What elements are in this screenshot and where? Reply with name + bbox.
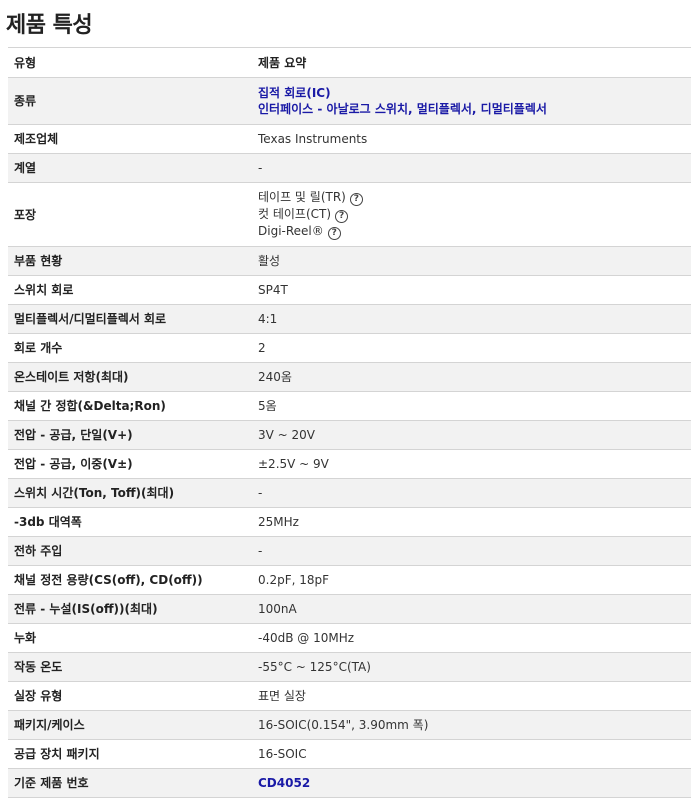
table-row-channel-capacitance: 채널 정전 용량(CS(off), CD(off)) 0.2pF, 18pF [8,565,691,595]
row-label: 멀티플렉서/디멀티플렉서 회로 [14,312,167,326]
row-value: 4:1 [258,312,278,326]
table-row-bandwidth: -3db 대역폭 25MHz [8,507,691,537]
row-value: 240옴 [258,370,292,384]
row-value: CD4052 [252,769,691,798]
row-value: 16-SOIC [258,747,307,761]
table-row-charge-injection: 전하 주입 - [8,536,691,566]
packaging-option: 컷 테이프(CT)? [258,206,691,223]
row-value: 2 [258,341,266,355]
row-label: 전압 - 공급, 이중(V±) [14,457,133,471]
table-row-leakage-current: 전류 - 누설(IS(off))(최대) 100nA [8,594,691,624]
table-row-voltage-dual: 전압 - 공급, 이중(V±) ±2.5V ~ 9V [8,449,691,479]
row-label: -3db 대역폭 [14,515,82,529]
table-row-base-part-number: 기준 제품 번호 CD4052 [8,768,691,798]
table-row-operating-temp: 작동 온도 -55°C ~ 125°C(TA) [8,652,691,682]
table-header-row: 유형 제품 요약 [8,47,691,78]
table-row-supplier-package: 공급 장치 패키지 16-SOIC [8,739,691,769]
row-label: 계열 [14,161,37,175]
table-row-part-status: 부품 현황 활성 [8,246,691,276]
table-row-packaging: 포장 테이프 및 릴(TR)? 컷 테이프(CT)? Digi-Reel®? [8,182,691,247]
row-value: Texas Instruments [258,132,368,146]
row-label: 실장 유형 [14,689,63,703]
row-label: 전압 - 공급, 단일(V+) [14,428,133,442]
row-label: 전류 - 누설(IS(off))(최대) [14,602,158,616]
table-row-crosstalk: 누화 -40dB @ 10MHz [8,623,691,653]
row-label: 채널 정전 용량(CS(off), CD(off)) [14,573,203,587]
table-row-voltage-single: 전압 - 공급, 단일(V+) 3V ~ 20V [8,420,691,450]
row-value: SP4T [258,283,288,297]
row-value: 표면 실장 [258,689,306,703]
row-value: - [258,544,263,558]
row-value: 0.2pF, 18pF [258,573,330,587]
row-label: 종류 [14,94,37,108]
row-value: - [258,161,263,175]
row-label: 부품 현황 [14,254,63,268]
table-row-on-resistance: 온스테이트 저항(최대) 240옴 [8,362,691,392]
table-row-category: 종류 집적 회로(IC) 인터페이스 - 아날로그 스위치, 멀티플렉서, 디멀… [8,77,691,125]
question-circle-icon[interactable]: ? [349,193,363,206]
table-row-mux-circuit: 멀티플렉서/디멀티플렉서 회로 4:1 [8,304,691,334]
table-row-package-case: 패키지/케이스 16-SOIC(0.154", 3.90mm 폭) [8,710,691,740]
base-part-number-link[interactable]: CD4052 [258,776,310,790]
row-value: ±2.5V ~ 9V [258,457,329,471]
row-label: 공급 장치 패키지 [14,747,100,761]
row-label: 전하 주입 [14,544,63,558]
row-value: 집적 회로(IC) 인터페이스 - 아날로그 스위치, 멀티플렉서, 디멀티플렉… [252,78,691,125]
row-label: 패키지/케이스 [14,718,85,732]
row-label: 스위치 회로 [14,283,74,297]
table-row-switch-circuit: 스위치 회로 SP4T [8,275,691,305]
row-value: 16-SOIC(0.154", 3.90mm 폭) [258,718,429,732]
table-row-manufacturer: 제조업체 Texas Instruments [8,124,691,154]
packaging-option-label: 컷 테이프(CT) [258,207,332,221]
packaging-option-label: 테이프 및 릴(TR) [258,190,346,204]
type-header: 유형 [14,55,37,70]
table-row-circuit-count: 회로 개수 2 [8,333,691,363]
page-title: 제품 특성 [6,13,93,38]
question-circle-icon[interactable]: ? [327,227,341,240]
question-circle-icon[interactable]: ? [335,210,349,223]
row-label: 온스테이트 저항(최대) [14,370,129,384]
table-row-channel-matching: 채널 간 정합(&Delta;Ron) 5옴 [8,391,691,421]
row-value: 활성 [258,254,281,268]
row-label: 스위치 시간(Ton, Toff)(최대) [14,486,175,500]
packaging-option: Digi-Reel®? [258,223,691,240]
table-row-mounting-type: 실장 유형 표면 실장 [8,681,691,711]
packaging-option: 테이프 및 릴(TR)? [258,189,691,206]
row-value: -55°C ~ 125°C(TA) [258,660,371,674]
packaging-option-label: Digi-Reel® [258,224,324,238]
row-value: 5옴 [258,399,277,413]
row-value: -40dB @ 10MHz [258,631,355,645]
row-label: 작동 온도 [14,660,63,674]
category-link-interface[interactable]: 인터페이스 - 아날로그 스위치, 멀티플렉서, 디멀티플렉서 [258,101,691,117]
summary-header: 제품 요약 [258,55,307,70]
row-value: 100nA [258,602,297,616]
row-label: 누화 [14,631,37,645]
row-value: 3V ~ 20V [258,428,316,442]
row-value: - [258,486,263,500]
table-row-series: 계열 - [8,153,691,183]
row-value: 테이프 및 릴(TR)? 컷 테이프(CT)? Digi-Reel®? [252,183,691,247]
row-label: 포장 [14,207,37,222]
row-label: 회로 개수 [14,341,63,355]
row-label: 채널 간 정합(&Delta;Ron) [14,399,166,413]
category-link-ic[interactable]: 집적 회로(IC) [258,85,691,101]
product-attributes-table: 유형 제품 요약 종류 집적 회로(IC) 인터페이스 - 아날로그 스위치, … [8,47,691,798]
table-row-switch-time: 스위치 시간(Ton, Toff)(최대) - [8,478,691,508]
row-label: 제조업체 [14,132,59,146]
row-value: 25MHz [258,515,299,529]
row-label: 기준 제품 번호 [14,776,89,790]
